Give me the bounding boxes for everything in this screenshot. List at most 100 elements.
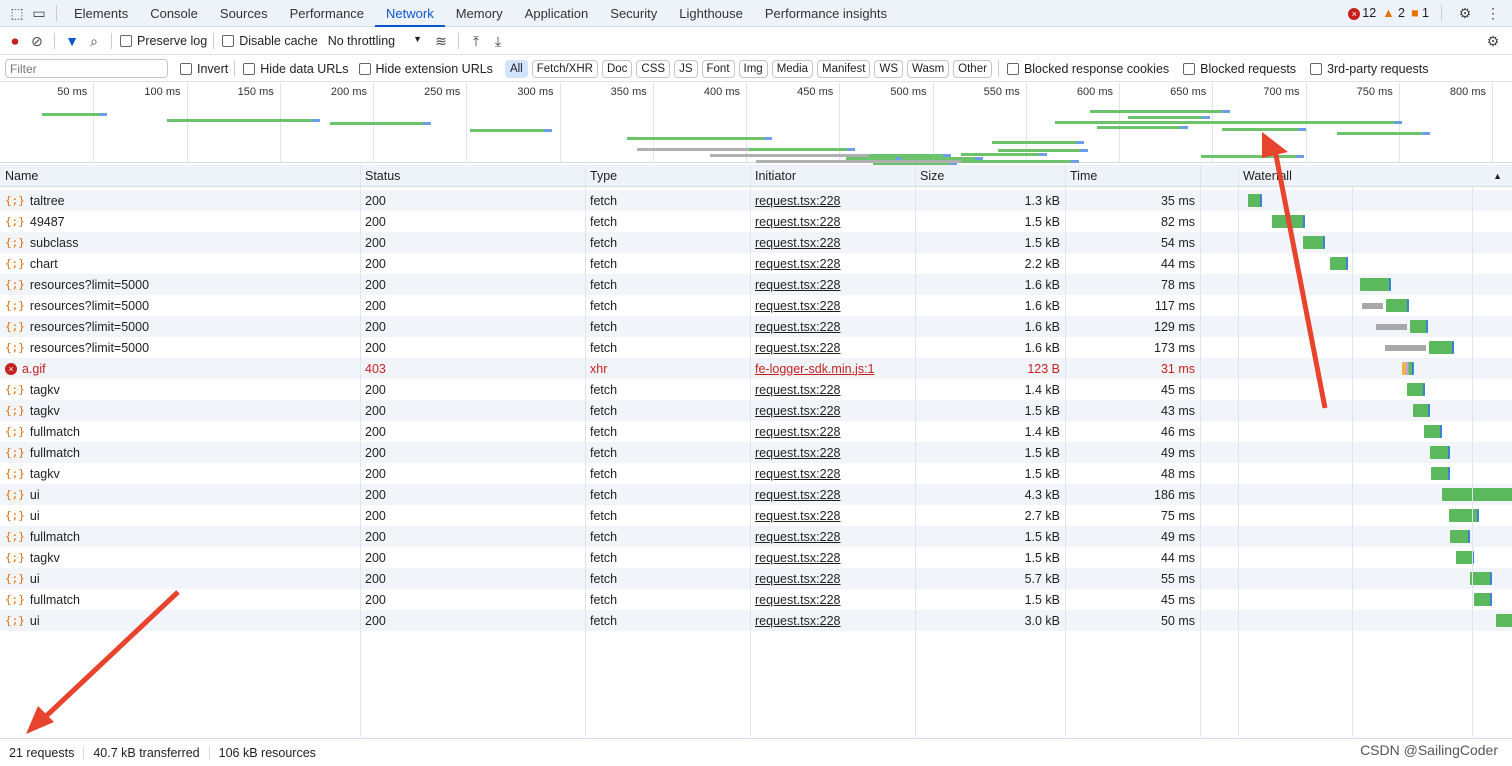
initiator-link[interactable]: request.tsx:228 bbox=[755, 299, 840, 313]
column-header-size[interactable]: Size bbox=[915, 165, 1065, 186]
blocked-requests-checkbox[interactable]: Blocked requests bbox=[1183, 62, 1296, 76]
tab-sources[interactable]: Sources bbox=[209, 0, 279, 27]
cell-initiator-link[interactable]: request.tsx:228 bbox=[750, 232, 915, 253]
more-options-icon[interactable]: ⋮ bbox=[1482, 2, 1504, 24]
table-row[interactable]: {;} fullmatch 200 fetch request.tsx:228 1.5 k… bbox=[0, 442, 1512, 463]
table-row[interactable]: {;} tagkv 200 fetch request.tsx:228 1.5 kB 44 … bbox=[0, 547, 1512, 568]
inspect-element-icon[interactable]: ⬚ bbox=[6, 2, 28, 24]
table-row[interactable]: {;} tagkv 200 fetch request.tsx:228 1.5 kB 48 … bbox=[0, 463, 1512, 484]
filter-icon[interactable]: ▼ bbox=[61, 30, 83, 52]
cell-initiator-link[interactable]: request.tsx:228 bbox=[750, 421, 915, 442]
tab-performance[interactable]: Performance bbox=[279, 0, 375, 27]
filter-type-ws[interactable]: WS bbox=[874, 59, 904, 78]
device-toolbar-icon[interactable]: ▭ bbox=[28, 2, 50, 24]
column-header-name[interactable]: Name bbox=[0, 165, 360, 186]
table-row[interactable]: {;} tagkv 200 fetch request.tsx:228 1.5 kB 43 … bbox=[0, 400, 1512, 421]
error-count-badge[interactable]: × 12 bbox=[1348, 6, 1376, 20]
table-row[interactable]: {;} 49487 200 fetch request.tsx:228 1.5 kB 82 … bbox=[0, 211, 1512, 232]
clear-icon[interactable]: ⊘ bbox=[26, 30, 48, 52]
column-header-initiator[interactable]: Initiator bbox=[750, 165, 915, 186]
initiator-link[interactable]: request.tsx:228 bbox=[755, 488, 840, 502]
table-row[interactable]: {;} subclass 200 fetch request.tsx:228 1.5 kB… bbox=[0, 232, 1512, 253]
column-header-waterfall[interactable]: Waterfall bbox=[1238, 165, 1512, 186]
table-row[interactable]: {;} resources?limit=5000 200 fetch request.t… bbox=[0, 337, 1512, 358]
column-header-type[interactable]: Type bbox=[585, 165, 750, 186]
search-icon[interactable]: ⌕ bbox=[83, 30, 105, 52]
initiator-link[interactable]: request.tsx:228 bbox=[755, 404, 840, 418]
initiator-link[interactable]: request.tsx:228 bbox=[755, 383, 840, 397]
filter-type-media[interactable]: Media bbox=[771, 59, 814, 78]
throttling-select[interactable]: No throttling ▼ bbox=[328, 34, 422, 48]
cell-initiator-link[interactable]: fe-logger-sdk.min.js:1 bbox=[750, 358, 915, 379]
table-row[interactable]: {;} chart 200 fetch request.tsx:228 2.2 kB 44 … bbox=[0, 253, 1512, 274]
initiator-link[interactable]: request.tsx:228 bbox=[755, 572, 840, 586]
filter-type-wasm[interactable]: Wasm bbox=[907, 59, 950, 78]
column-header-status[interactable]: Status bbox=[360, 165, 585, 186]
table-row[interactable]: × a.gif 403 xhr fe-logger-sdk.min.js:1 123 B 3… bbox=[0, 358, 1512, 379]
initiator-link[interactable]: request.tsx:228 bbox=[755, 236, 840, 250]
initiator-link[interactable]: request.tsx:228 bbox=[755, 425, 840, 439]
import-har-icon[interactable]: ⤒ bbox=[465, 30, 487, 52]
initiator-link[interactable]: request.tsx:228 bbox=[755, 614, 840, 628]
cell-initiator-link[interactable]: request.tsx:228 bbox=[750, 484, 915, 505]
initiator-link[interactable]: request.tsx:228 bbox=[755, 593, 840, 607]
initiator-link[interactable]: request.tsx:228 bbox=[755, 278, 840, 292]
cell-initiator-link[interactable]: request.tsx:228 bbox=[750, 547, 915, 568]
tab-performance-insights[interactable]: Performance insights bbox=[754, 0, 898, 27]
cell-initiator-link[interactable]: request.tsx:228 bbox=[750, 589, 915, 610]
cell-initiator-link[interactable]: request.tsx:228 bbox=[750, 526, 915, 547]
hide-data-urls-checkbox[interactable]: Hide data URLs bbox=[243, 62, 349, 76]
cell-initiator-link[interactable]: request.tsx:228 bbox=[750, 337, 915, 358]
export-har-icon[interactable]: ⤓ bbox=[487, 30, 509, 52]
table-row[interactable]: {;} fullmatch 200 fetch request.tsx:228 1.5 k… bbox=[0, 589, 1512, 610]
cell-initiator-link[interactable]: request.tsx:228 bbox=[750, 253, 915, 274]
cell-initiator-link[interactable]: request.tsx:228 bbox=[750, 505, 915, 526]
initiator-link[interactable]: request.tsx:228 bbox=[755, 467, 840, 481]
initiator-link[interactable]: request.tsx:228 bbox=[755, 320, 840, 334]
initiator-link[interactable]: request.tsx:228 bbox=[755, 257, 840, 271]
cell-initiator-link[interactable]: request.tsx:228 bbox=[750, 442, 915, 463]
filter-type-manifest[interactable]: Manifest bbox=[817, 59, 871, 78]
filter-type-doc[interactable]: Doc bbox=[601, 59, 633, 78]
table-row[interactable]: {;} taltree 200 fetch request.tsx:228 1.3 kB 3… bbox=[0, 190, 1512, 211]
tab-lighthouse[interactable]: Lighthouse bbox=[668, 0, 754, 27]
preserve-log-checkbox[interactable]: Preserve log bbox=[120, 34, 207, 48]
table-row[interactable]: {;} tagkv 200 fetch request.tsx:228 1.4 kB 45 … bbox=[0, 379, 1512, 400]
cell-initiator-link[interactable]: request.tsx:228 bbox=[750, 211, 915, 232]
cell-initiator-link[interactable]: request.tsx:228 bbox=[750, 463, 915, 484]
timeline-overview[interactable]: 50 ms 100 ms 150 ms 200 ms 250 ms 300 ms 350 m… bbox=[0, 83, 1512, 166]
blocked-cookies-checkbox[interactable]: Blocked response cookies bbox=[1006, 62, 1169, 76]
table-row[interactable]: {;} ui 200 fetch request.tsx:228 4.3 kB 186 ms bbox=[0, 484, 1512, 505]
table-row[interactable]: {;} resources?limit=5000 200 fetch request.t… bbox=[0, 295, 1512, 316]
table-row[interactable]: {;} ui 200 fetch request.tsx:228 3.0 kB 50 ms bbox=[0, 610, 1512, 631]
initiator-link[interactable]: request.tsx:228 bbox=[755, 194, 840, 208]
initiator-link[interactable]: request.tsx:228 bbox=[755, 551, 840, 565]
network-settings-gear-icon[interactable]: ⚙ bbox=[1482, 30, 1504, 52]
cell-initiator-link[interactable]: request.tsx:228 bbox=[750, 190, 915, 211]
table-row[interactable]: {;} fullmatch 200 fetch request.tsx:228 1.5 k… bbox=[0, 526, 1512, 547]
filter-type-js[interactable]: JS bbox=[674, 59, 698, 78]
third-party-checkbox[interactable]: 3rd-party requests bbox=[1310, 62, 1429, 76]
filter-type-img[interactable]: Img bbox=[738, 59, 768, 78]
cell-initiator-link[interactable]: request.tsx:228 bbox=[750, 316, 915, 337]
issue-count-badge[interactable]: ■ 1 bbox=[1411, 6, 1429, 20]
filter-type-other[interactable]: Other bbox=[953, 59, 992, 78]
tab-security[interactable]: Security bbox=[599, 0, 668, 27]
record-stop-icon[interactable]: ⏺ bbox=[4, 30, 26, 52]
initiator-link[interactable]: request.tsx:228 bbox=[755, 215, 840, 229]
cell-initiator-link[interactable]: request.tsx:228 bbox=[750, 274, 915, 295]
hide-extension-urls-checkbox[interactable]: Hide extension URLs bbox=[358, 62, 493, 76]
initiator-link[interactable]: fe-logger-sdk.min.js:1 bbox=[755, 362, 875, 376]
network-conditions-icon[interactable]: ≋ bbox=[430, 30, 452, 52]
disable-cache-checkbox[interactable]: Disable cache bbox=[222, 34, 318, 48]
table-row[interactable]: {;} resources?limit=5000 200 fetch request.t… bbox=[0, 274, 1512, 295]
table-row[interactable]: {;} ui 200 fetch request.tsx:228 5.7 kB 55 ms bbox=[0, 568, 1512, 589]
filter-type-fetch-xhr[interactable]: Fetch/XHR bbox=[531, 59, 598, 78]
initiator-link[interactable]: request.tsx:228 bbox=[755, 530, 840, 544]
cell-initiator-link[interactable]: request.tsx:228 bbox=[750, 295, 915, 316]
table-row[interactable]: {;} fullmatch 200 fetch request.tsx:228 1.4 k… bbox=[0, 421, 1512, 442]
invert-checkbox[interactable]: Invert bbox=[180, 62, 228, 76]
table-row[interactable]: {;} ui 200 fetch request.tsx:228 2.7 kB 75 ms bbox=[0, 505, 1512, 526]
tab-application[interactable]: Application bbox=[514, 0, 600, 27]
filter-type-all[interactable]: All bbox=[504, 59, 528, 78]
